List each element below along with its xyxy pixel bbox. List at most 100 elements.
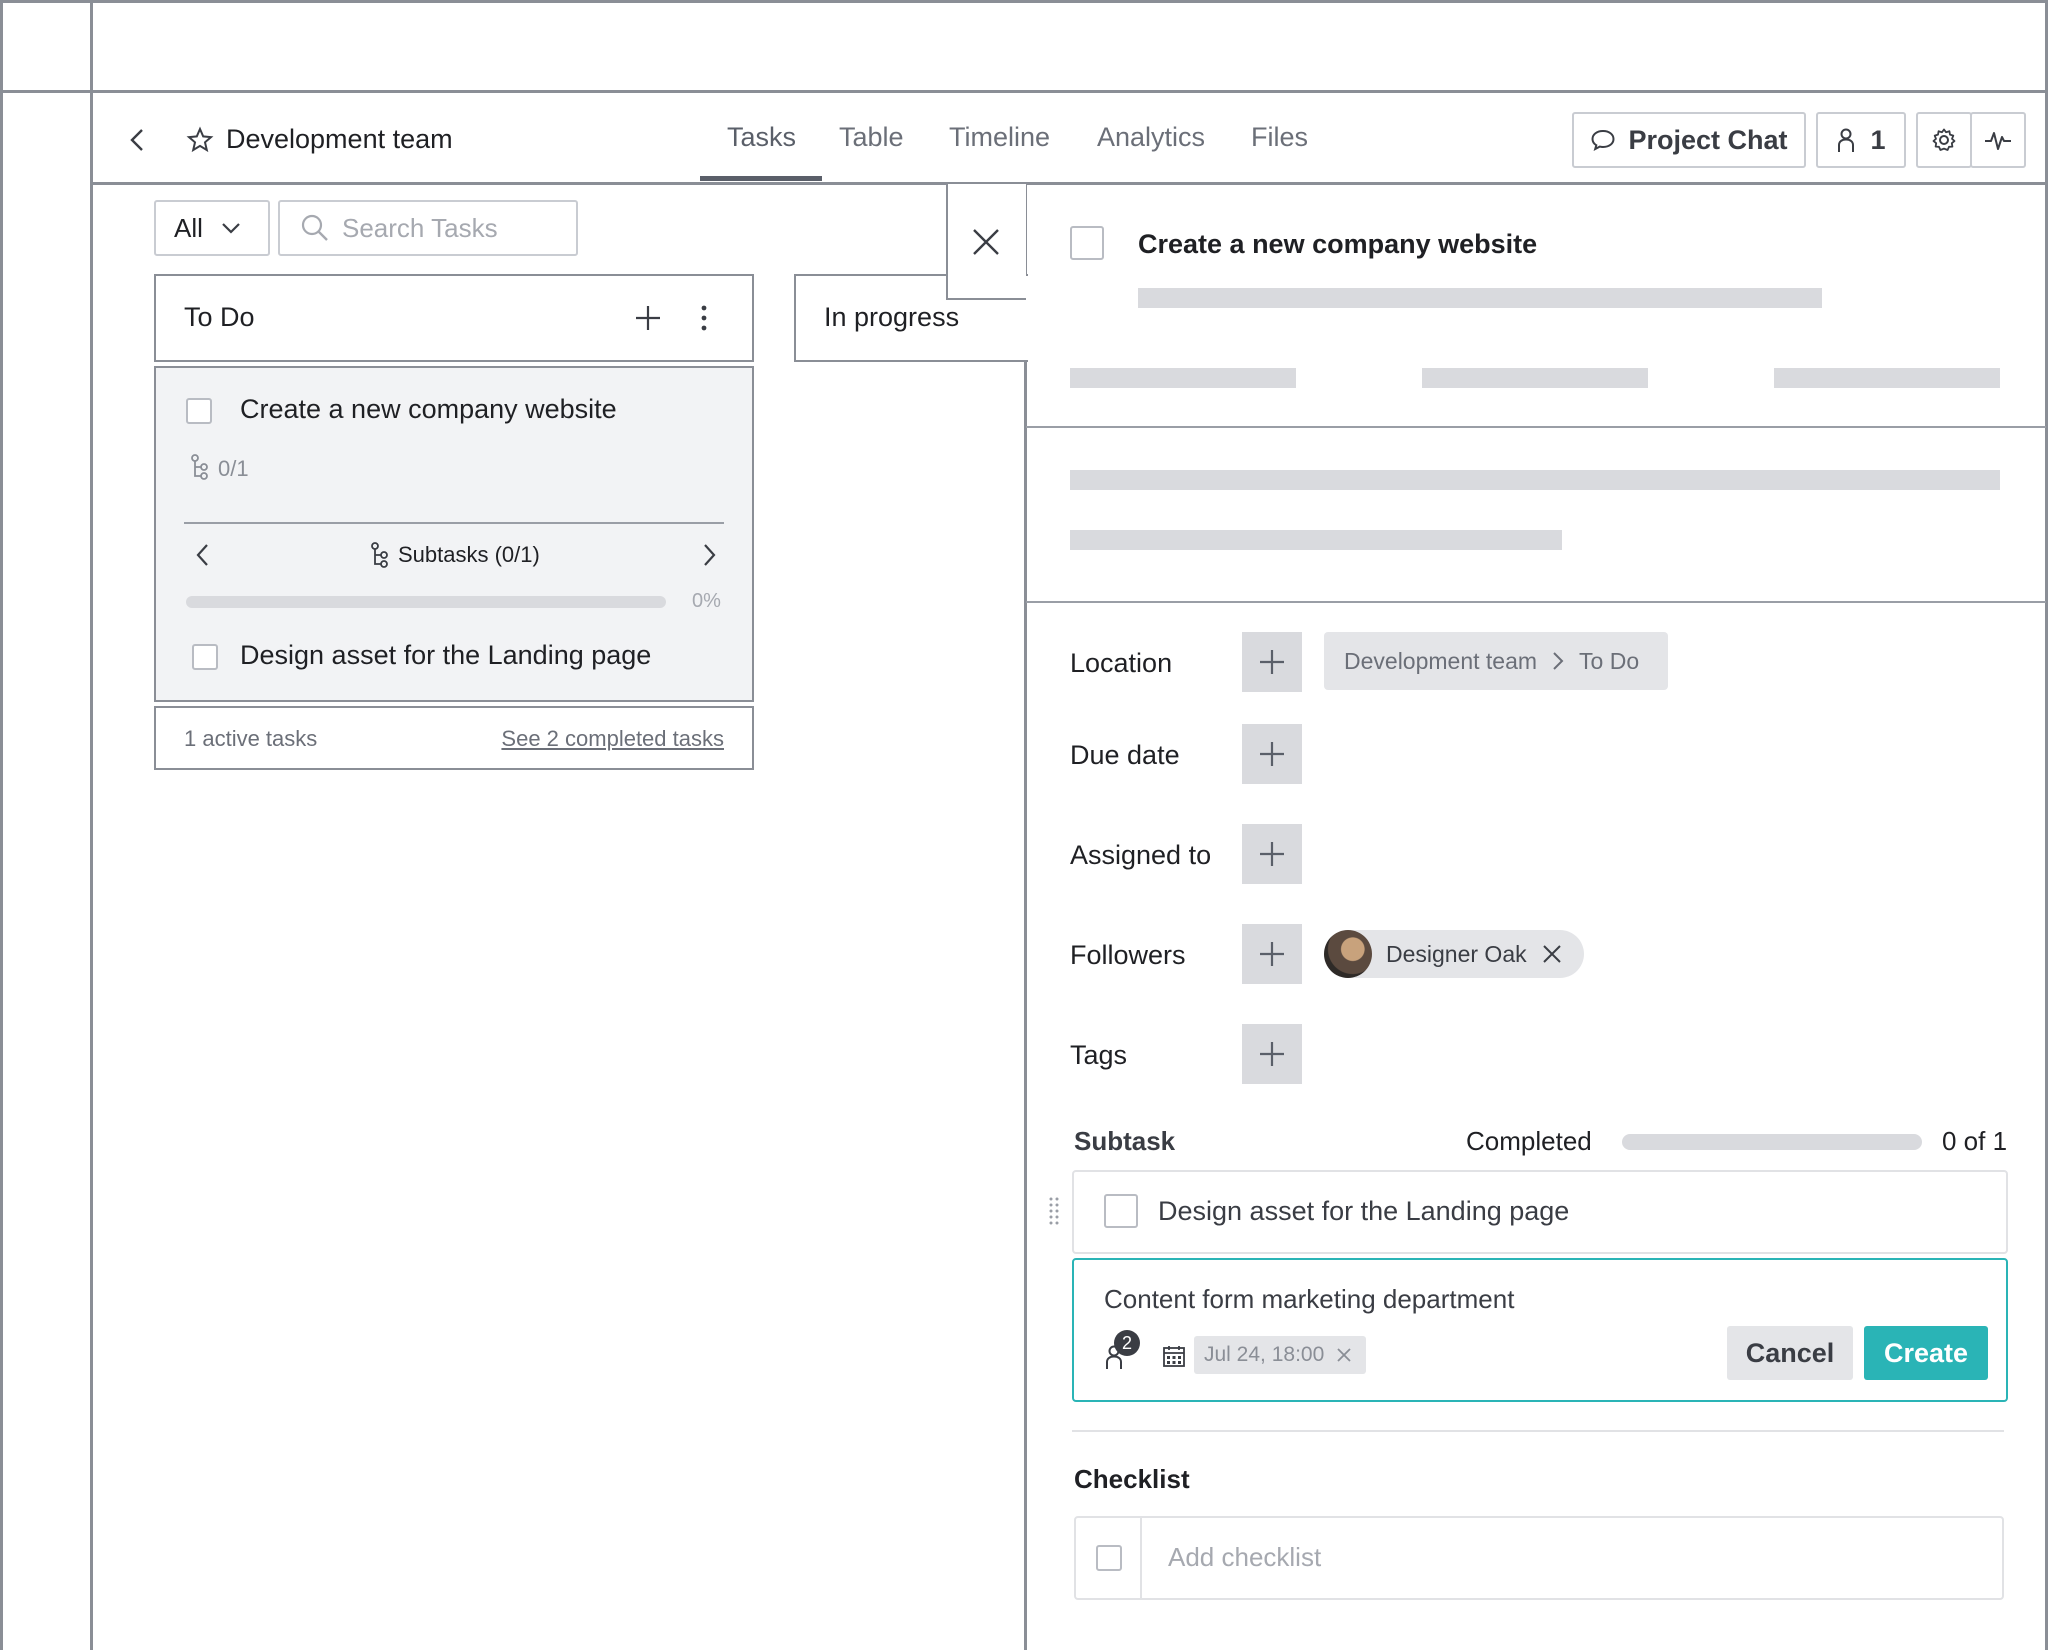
location-label: Location <box>1070 648 1173 678</box>
filter-dropdown[interactable]: All <box>154 200 270 256</box>
chevron-left-icon <box>196 544 208 566</box>
body-placeholder-bar-2 <box>1070 530 1562 550</box>
frame-left-border <box>0 0 3 1650</box>
detail-panel-left-border <box>1024 184 1027 1650</box>
checklist-checkbox[interactable] <box>1096 1545 1122 1571</box>
plus-icon <box>1260 1042 1284 1066</box>
tab-timeline[interactable]: Timeline <box>949 122 1050 153</box>
tab-tasks-underline <box>700 176 822 181</box>
location-add-button[interactable] <box>1242 632 1302 692</box>
assigned-to-add-button[interactable] <box>1242 824 1302 884</box>
task-card-divider <box>184 522 724 524</box>
location-breadcrumb[interactable]: Development team To Do <box>1324 632 1668 690</box>
checklist-input-divider <box>1140 1518 1142 1598</box>
drag-handle[interactable] <box>1048 1196 1060 1226</box>
plus-icon <box>1260 742 1284 766</box>
search-placeholder: Search Tasks <box>342 212 498 243</box>
subtasks-progress-track <box>186 596 666 608</box>
completed-progress-track <box>1622 1134 1922 1150</box>
plus-icon <box>1260 842 1284 866</box>
column-menu-button[interactable] <box>696 302 712 334</box>
avatar <box>1324 930 1372 978</box>
search-tasks-field[interactable]: Search Tasks <box>278 200 578 256</box>
chevron-right-icon <box>1553 652 1564 670</box>
subtask-row-checkbox[interactable] <box>1104 1194 1138 1228</box>
assignee-picker[interactable]: 2 <box>1104 1330 1140 1372</box>
subtask-tree-icon <box>191 454 208 480</box>
followers-add-button[interactable] <box>1242 924 1302 984</box>
subtask-row[interactable]: Design asset for the Landing page <box>1072 1170 2008 1254</box>
assigned-to-label: Assigned to <box>1070 840 1212 870</box>
add-checklist-input[interactable]: Add checklist <box>1168 1542 1321 1573</box>
followers-label: Followers <box>1070 940 1186 970</box>
detail-section-divider <box>1026 426 2046 428</box>
column-footer-todo: 1 active tasks See 2 completed tasks <box>154 706 754 770</box>
subtasks-progress-label: 0% <box>692 590 721 612</box>
tab-analytics[interactable]: Analytics <box>1097 122 1205 153</box>
add-task-button[interactable] <box>632 302 664 334</box>
members-button[interactable]: 1 <box>1816 112 1906 168</box>
close-icon <box>973 229 999 255</box>
favorite-star-button[interactable] <box>186 126 214 154</box>
task-card-title: Create a new company website <box>240 394 617 424</box>
project-title: Development team <box>226 124 453 154</box>
frame-top-border <box>0 0 2048 3</box>
location-project: Development team <box>1344 647 1538 674</box>
subtask-count: 0/1 <box>218 456 249 481</box>
chevron-left-icon <box>130 129 143 151</box>
search-icon <box>301 214 328 241</box>
settings-button[interactable] <box>1916 112 1972 168</box>
back-button[interactable] <box>122 124 154 156</box>
tags-add-button[interactable] <box>1242 1024 1302 1084</box>
follower-name: Designer Oak <box>1386 940 1527 967</box>
task-card-checkbox[interactable] <box>186 398 212 424</box>
completed-tasks-link[interactable]: See 2 completed tasks <box>501 726 724 752</box>
subtask-heading: Subtask <box>1074 1126 1176 1156</box>
header-bottom-border <box>92 182 2048 185</box>
column-header-todo: To Do <box>154 274 754 362</box>
subtasks-prev-button[interactable] <box>190 540 216 570</box>
column-title-inprogress: In progress <box>824 302 960 332</box>
close-icon[interactable] <box>1336 1347 1352 1363</box>
tab-tasks[interactable]: Tasks <box>727 122 796 153</box>
plus-icon <box>636 306 660 330</box>
project-chat-label: Project Chat <box>1628 124 1788 155</box>
task-card[interactable]: Create a new company website 0/1 Subtask… <box>154 366 754 702</box>
calendar-icon <box>1163 1346 1185 1367</box>
close-detail-button[interactable] <box>946 184 1026 300</box>
body-placeholder-bar-1 <box>1070 470 2000 490</box>
detail-section-divider <box>1026 601 2046 603</box>
chevron-right-icon <box>704 544 716 566</box>
due-date-label: Due date <box>1070 740 1180 770</box>
detail-complete-checkbox[interactable] <box>1070 226 1104 260</box>
topbar-bottom-border <box>0 90 2048 93</box>
assignee-count-badge: 2 <box>1114 1330 1140 1356</box>
tags-label: Tags <box>1070 1040 1128 1070</box>
activity-button[interactable] <box>1970 112 2026 168</box>
subtask-item-checkbox[interactable] <box>192 644 218 670</box>
chevron-down-icon <box>222 223 240 234</box>
remove-follower-button[interactable] <box>1541 943 1563 965</box>
tab-table[interactable]: Table <box>839 122 904 153</box>
detail-title: Create a new company website <box>1138 229 1538 259</box>
pulse-icon <box>1985 132 2011 150</box>
chat-bubble-icon <box>1591 129 1615 151</box>
completed-label: Completed <box>1466 1126 1592 1156</box>
close-icon <box>1542 945 1561 963</box>
gear-icon <box>1932 128 1956 151</box>
cancel-button[interactable]: Cancel <box>1727 1326 1853 1380</box>
meta-placeholder-bar-1 <box>1070 368 1296 388</box>
plus-icon <box>1260 942 1284 966</box>
star-icon <box>186 126 214 153</box>
tab-files[interactable]: Files <box>1251 122 1308 153</box>
create-button[interactable]: Create <box>1864 1326 1988 1380</box>
new-subtask-input[interactable]: Content form marketing department <box>1104 1284 1514 1315</box>
due-date-add-button[interactable] <box>1242 724 1302 784</box>
checklist-heading: Checklist <box>1074 1464 1190 1494</box>
due-date-chip[interactable]: Jul 24, 18:00 <box>1194 1336 1366 1374</box>
subtasks-label: Subtasks (0/1) <box>398 542 540 567</box>
project-chat-button[interactable]: Project Chat <box>1572 112 1806 168</box>
subtasks-next-button[interactable] <box>696 540 722 570</box>
checklist-input-row[interactable]: Add checklist <box>1074 1516 2004 1600</box>
meta-placeholder-bar-2 <box>1422 368 1648 388</box>
